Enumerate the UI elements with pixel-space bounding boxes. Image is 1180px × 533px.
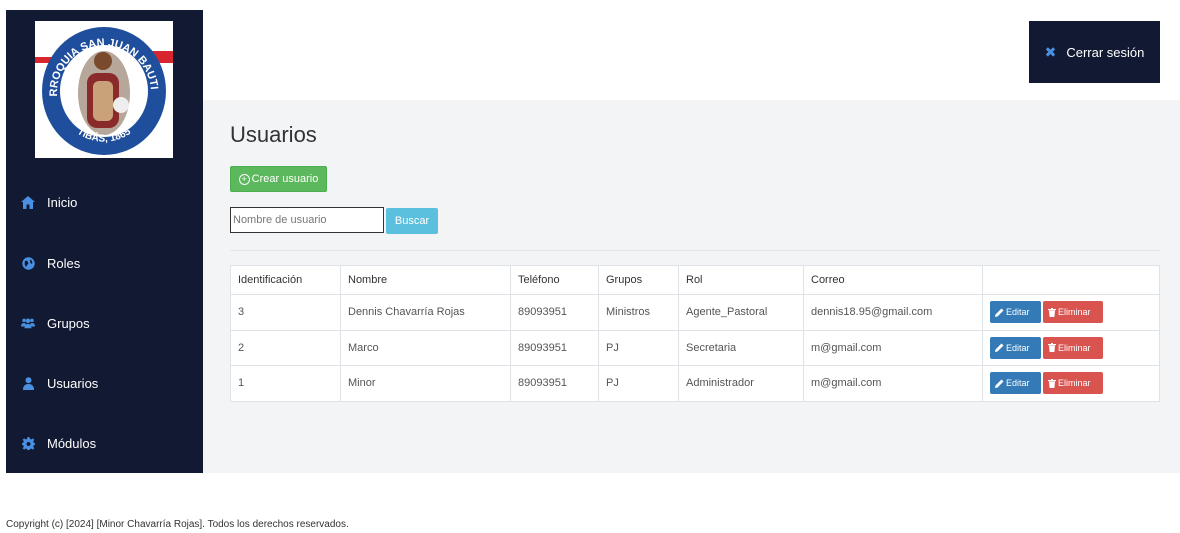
sidebar-item-inicio[interactable]: Inicio bbox=[6, 182, 203, 222]
users-table: Identificación Nombre Teléfono Grupos Ro… bbox=[230, 265, 1160, 402]
cell-phone: 89093951 bbox=[510, 294, 599, 331]
parish-logo: PARROQUIA SAN JUAN BAUTISTA TIBÁS, 1865 bbox=[35, 21, 173, 158]
cell-role: Agente_Pastoral bbox=[678, 294, 804, 331]
edit-button[interactable]: Editar bbox=[990, 336, 1041, 359]
cell-id: 3 bbox=[230, 294, 341, 331]
sidebar-item-roles[interactable]: Roles bbox=[6, 243, 203, 283]
cell-id: 1 bbox=[230, 365, 341, 402]
trash-icon bbox=[1048, 378, 1056, 388]
table-row: 1 Minor 89093951 PJ Administrador m@gmai… bbox=[230, 365, 1160, 402]
trash-icon bbox=[1048, 307, 1056, 317]
cell-actions: Editar Eliminar bbox=[982, 329, 1160, 366]
cell-group: PJ bbox=[598, 365, 679, 402]
cell-group: Ministros bbox=[598, 294, 679, 331]
column-header bbox=[982, 265, 1160, 295]
sidebar-item-label: Módulos bbox=[47, 435, 97, 451]
cell-role: Administrador bbox=[678, 365, 804, 402]
logout-button[interactable]: ✖ Cerrar sesión bbox=[1029, 21, 1160, 83]
sidebar-item-label: Inicio bbox=[47, 194, 78, 210]
table-header-row: Identificación Nombre Teléfono Grupos Ro… bbox=[230, 265, 1160, 295]
column-header: Rol bbox=[678, 265, 804, 295]
create-user-label: Crear usuario bbox=[251, 173, 319, 185]
delete-label: Eliminar bbox=[1058, 342, 1091, 353]
search-button-label: Buscar bbox=[394, 215, 430, 227]
globe-icon bbox=[21, 256, 35, 270]
column-header: Correo bbox=[803, 265, 983, 295]
cell-email: m@gmail.com bbox=[803, 365, 983, 402]
user-icon bbox=[21, 376, 35, 390]
sidebar-item-label: Usuarios bbox=[47, 375, 99, 391]
table-row: 3 Dennis Chavarría Rojas 89093951 Minist… bbox=[230, 294, 1160, 331]
edit-label: Editar bbox=[1006, 378, 1030, 389]
search-input[interactable] bbox=[230, 207, 384, 233]
delete-label: Eliminar bbox=[1058, 307, 1091, 318]
edit-button[interactable]: Editar bbox=[990, 372, 1041, 395]
column-header: Nombre bbox=[340, 265, 511, 295]
trash-icon bbox=[1048, 343, 1056, 353]
users-icon bbox=[21, 316, 35, 330]
page-title: Usuarios bbox=[230, 122, 317, 147]
pencil-icon bbox=[995, 379, 1004, 388]
plus-circle-icon: + bbox=[238, 173, 250, 185]
delete-button[interactable]: Eliminar bbox=[1043, 372, 1103, 395]
edit-button[interactable]: Editar bbox=[990, 301, 1041, 324]
close-icon: ✖ bbox=[1044, 43, 1057, 60]
cell-actions: Editar Eliminar bbox=[982, 365, 1160, 402]
cell-name: Dennis Chavarría Rojas bbox=[340, 294, 511, 331]
sidebar: PARROQUIA SAN JUAN BAUTISTA TIBÁS, 1865 … bbox=[6, 10, 203, 473]
column-header: Grupos bbox=[598, 265, 679, 295]
footer-copyright: Copyright (c) [2024] [Minor Chavarría Ro… bbox=[6, 519, 349, 530]
cell-role: Secretaria bbox=[678, 329, 804, 366]
search-button[interactable]: Buscar bbox=[386, 208, 438, 234]
edit-label: Editar bbox=[1006, 307, 1030, 318]
pencil-icon bbox=[995, 343, 1004, 353]
delete-label: Eliminar bbox=[1058, 378, 1091, 389]
cell-phone: 89093951 bbox=[510, 365, 599, 402]
sidebar-item-usuarios[interactable]: Usuarios bbox=[6, 363, 203, 403]
cell-phone: 89093951 bbox=[510, 329, 599, 366]
cell-group: PJ bbox=[598, 329, 679, 366]
cell-name: Marco bbox=[340, 329, 511, 366]
divider bbox=[230, 250, 1160, 251]
pencil-icon bbox=[995, 308, 1004, 317]
sidebar-item-modulos[interactable]: Módulos bbox=[6, 423, 203, 463]
logout-label: Cerrar sesión bbox=[1066, 44, 1145, 60]
home-icon bbox=[21, 195, 35, 209]
sidebar-item-grupos[interactable]: Grupos bbox=[6, 303, 203, 343]
column-header: Identificación bbox=[230, 265, 341, 295]
cell-name: Minor bbox=[340, 365, 511, 402]
sidebar-item-label: Roles bbox=[47, 255, 81, 271]
table-row: 2 Marco 89093951 PJ Secretaria m@gmail.c… bbox=[230, 329, 1160, 366]
cell-actions: Editar Eliminar bbox=[982, 294, 1160, 331]
cell-email: m@gmail.com bbox=[803, 329, 983, 366]
cell-email: dennis18.95@gmail.com bbox=[803, 294, 983, 331]
parish-seal-logo: PARROQUIA SAN JUAN BAUTISTA TIBÁS, 1865 bbox=[35, 21, 173, 155]
delete-button[interactable]: Eliminar bbox=[1043, 336, 1103, 359]
edit-label: Editar bbox=[1006, 342, 1030, 353]
column-header: Teléfono bbox=[510, 265, 599, 295]
delete-button[interactable]: Eliminar bbox=[1043, 301, 1103, 324]
cell-id: 2 bbox=[230, 329, 341, 366]
gear-icon bbox=[21, 436, 35, 450]
create-user-button[interactable]: + Crear usuario bbox=[230, 166, 327, 192]
sidebar-item-label: Grupos bbox=[47, 315, 90, 331]
